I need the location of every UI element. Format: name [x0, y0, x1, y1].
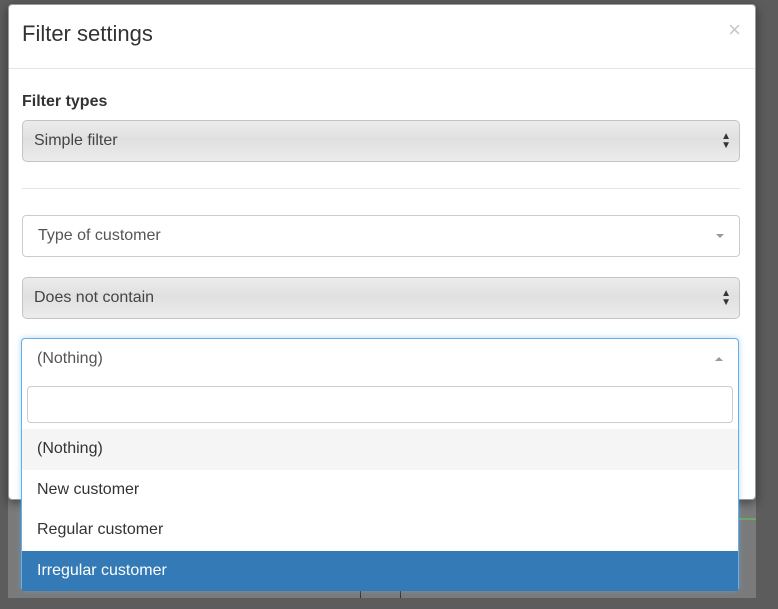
option-regular-customer[interactable]: Regular customer	[22, 510, 738, 551]
option-new-customer[interactable]: New customer	[22, 470, 738, 511]
filter-types-label: Filter types	[22, 93, 108, 110]
modal-header: Filter settings ×	[9, 5, 755, 69]
up-down-arrows-icon: ▲ ▼	[721, 131, 731, 151]
modal-title: Filter settings	[22, 21, 153, 46]
option-nothing[interactable]: (Nothing)	[22, 429, 738, 470]
close-button[interactable]: ×	[728, 19, 741, 41]
background-line	[738, 518, 756, 520]
value-dropdown-toggle[interactable]: (Nothing)	[22, 339, 738, 381]
operator-select[interactable]: Does not contain ▲ ▼	[22, 277, 740, 319]
chevron-up-icon	[715, 357, 723, 361]
field-select-value: Type of customer	[38, 227, 161, 244]
filter-type-value: Simple filter	[34, 132, 118, 149]
chevron-down-icon	[716, 234, 724, 238]
dropdown-options-list: (Nothing) New customer Regular customer …	[22, 429, 738, 591]
value-dropdown: (Nothing) (Nothing) New customer Regular…	[21, 338, 739, 591]
section-divider	[22, 188, 740, 189]
up-down-arrows-icon: ▲ ▼	[721, 288, 731, 308]
value-dropdown-current: (Nothing)	[37, 350, 103, 367]
filter-type-select[interactable]: Simple filter ▲ ▼	[22, 120, 740, 162]
dropdown-search-input[interactable]	[27, 386, 733, 423]
field-select[interactable]: Type of customer	[22, 215, 740, 257]
operator-select-value: Does not contain	[34, 289, 155, 306]
option-irregular-customer[interactable]: Irregular customer	[22, 550, 738, 591]
